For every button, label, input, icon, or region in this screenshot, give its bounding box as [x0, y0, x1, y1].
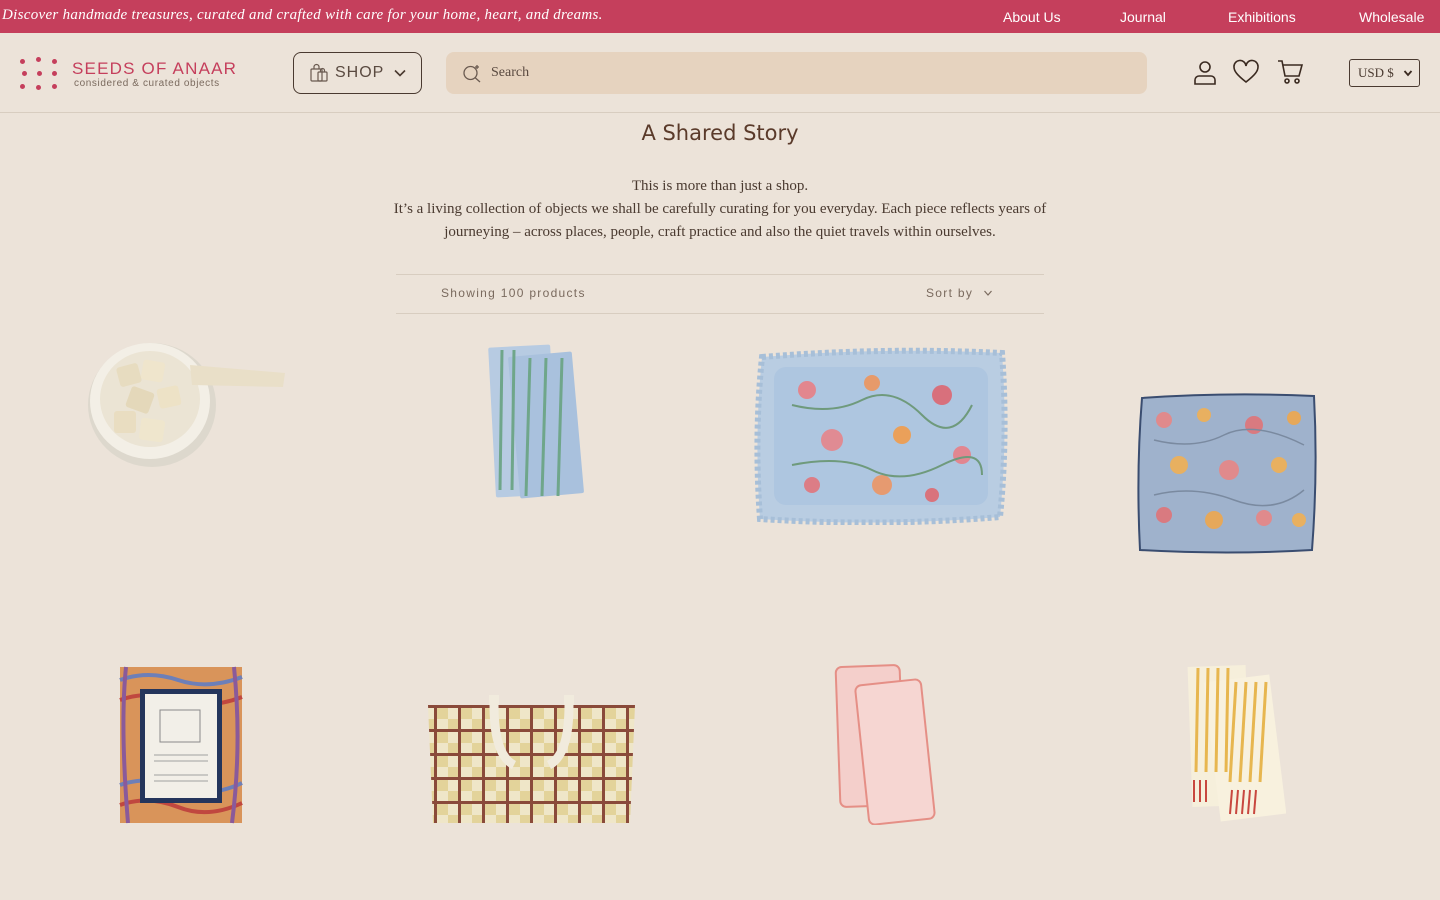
- product-card-checkered-tote-bag[interactable]: [424, 690, 639, 830]
- product-count: Showing 100 products: [441, 286, 586, 300]
- collection-toolbar: Showing 100 products Sort by: [396, 274, 1044, 314]
- page-title: A Shared Story: [641, 121, 799, 145]
- checkered-tote-bag-image: [428, 690, 635, 823]
- marbled-picture-frame-image: [119, 666, 243, 824]
- description-line-1: This is more than just a shop.: [631, 178, 809, 194]
- brand-tagline: considered & curated objects: [74, 77, 220, 89]
- nav-about-us[interactable]: About Us: [1003, 9, 1061, 25]
- search-input[interactable]: [491, 65, 1091, 81]
- product-card-soap-bowl[interactable]: [80, 335, 290, 470]
- blue-striped-napkins-image: [488, 344, 584, 499]
- chevron-down-icon: [394, 69, 406, 77]
- product-card-floral-cushion[interactable]: [1134, 390, 1320, 555]
- shop-label: SHOP: [335, 64, 385, 81]
- product-card-blue-striped-napkins[interactable]: [486, 340, 586, 500]
- ruffled-floral-cushion-image: [754, 347, 1008, 526]
- currency-value: USD $: [1358, 65, 1394, 80]
- search-bar: [446, 52, 1147, 94]
- nav-wholesale[interactable]: Wholesale: [1359, 9, 1424, 25]
- chevron-down-icon: [984, 290, 993, 296]
- description-line-2: It’s a living collection of objects we s…: [393, 201, 1047, 240]
- chevron-down-icon: [1403, 70, 1413, 77]
- search-icon: [463, 65, 481, 83]
- yellow-striped-towels-image: [1187, 665, 1287, 822]
- pomegranate-seeds-icon: [20, 57, 58, 91]
- nav-journal[interactable]: Journal: [1120, 9, 1166, 25]
- product-card-ruffled-floral-cushion[interactable]: [752, 345, 1010, 526]
- soap-bowl-image: [88, 343, 285, 467]
- currency-select[interactable]: USD $: [1349, 59, 1420, 87]
- announcement-bar: Discover handmade treasures, curated and…: [0, 0, 1440, 33]
- site-header: SEEDS OF ANAAR considered & curated obje…: [0, 33, 1440, 113]
- shopping-bag-icon: [310, 63, 328, 82]
- sort-dropdown[interactable]: Sort by: [926, 286, 993, 300]
- logo[interactable]: SEEDS OF ANAAR considered & curated obje…: [20, 57, 237, 91]
- page-description: This is more than just a shop. It’s a li…: [390, 175, 1050, 244]
- product-card-pink-scalloped-napkins[interactable]: [832, 660, 937, 826]
- wishlist-heart-icon[interactable]: [1233, 59, 1259, 85]
- cart-icon[interactable]: [1277, 59, 1303, 85]
- product-card-yellow-striped-towels[interactable]: [1186, 662, 1287, 822]
- pink-scalloped-napkins-image: [834, 664, 936, 826]
- promo-text: Discover handmade treasures, curated and…: [2, 7, 603, 23]
- product-card-marbled-picture-frame[interactable]: [118, 665, 244, 825]
- account-icon[interactable]: [1192, 59, 1218, 85]
- nav-exhibitions[interactable]: Exhibitions: [1228, 9, 1296, 25]
- brand-name: SEEDS OF ANAAR: [72, 58, 238, 78]
- floral-cushion-image: [1137, 393, 1317, 554]
- shop-menu-button[interactable]: SHOP: [293, 52, 422, 94]
- sort-label: Sort by: [926, 286, 974, 300]
